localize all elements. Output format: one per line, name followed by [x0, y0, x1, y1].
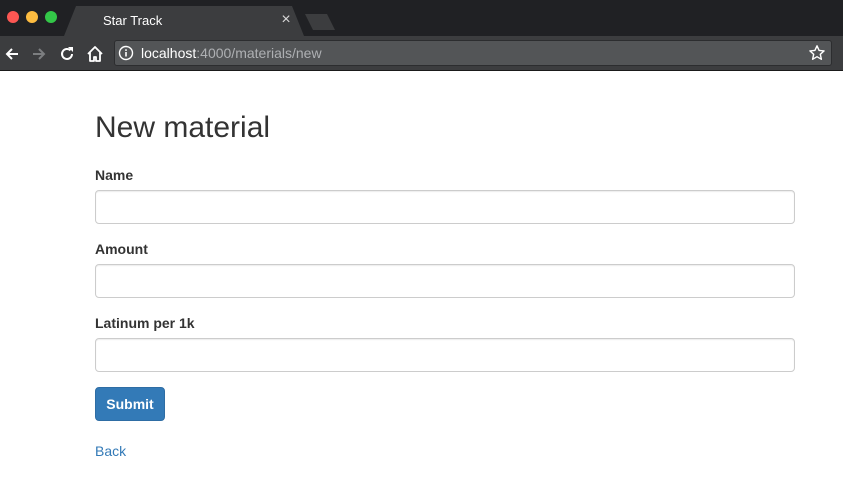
- info-icon[interactable]: [118, 45, 134, 61]
- latinum-per-1k-label: Latinum per 1k: [95, 315, 195, 331]
- submit-button[interactable]: Submit: [95, 387, 165, 421]
- amount-input[interactable]: [95, 264, 795, 298]
- page-title: New material: [95, 111, 271, 144]
- reload-icon[interactable]: [57, 44, 77, 64]
- name-input[interactable]: [95, 190, 795, 224]
- url-path: :4000/materials/new: [196, 45, 322, 61]
- tab-title: Star Track: [103, 13, 163, 28]
- latinum-per-1k-input[interactable]: [95, 338, 795, 372]
- url-text[interactable]: localhost:4000/materials/new: [141, 45, 322, 61]
- toolbar-divider: [0, 70, 843, 71]
- arrow-left-icon[interactable]: [2, 44, 22, 64]
- close-window-button[interactable]: [7, 11, 19, 23]
- amount-label: Amount: [95, 241, 148, 257]
- home-icon[interactable]: [85, 44, 105, 64]
- minimize-window-button[interactable]: [26, 11, 38, 23]
- name-label: Name: [95, 167, 134, 183]
- new-tab-button[interactable]: [305, 14, 335, 30]
- star-icon[interactable]: [808, 44, 826, 62]
- browser-titlebar: Star Track ×: [0, 0, 843, 36]
- close-icon[interactable]: ×: [279, 11, 293, 29]
- browser-tab[interactable]: [64, 6, 304, 36]
- arrow-right-icon[interactable]: [29, 44, 49, 64]
- back-link[interactable]: Back: [95, 443, 126, 459]
- maximize-window-button[interactable]: [45, 11, 57, 23]
- url-host: localhost: [141, 45, 197, 61]
